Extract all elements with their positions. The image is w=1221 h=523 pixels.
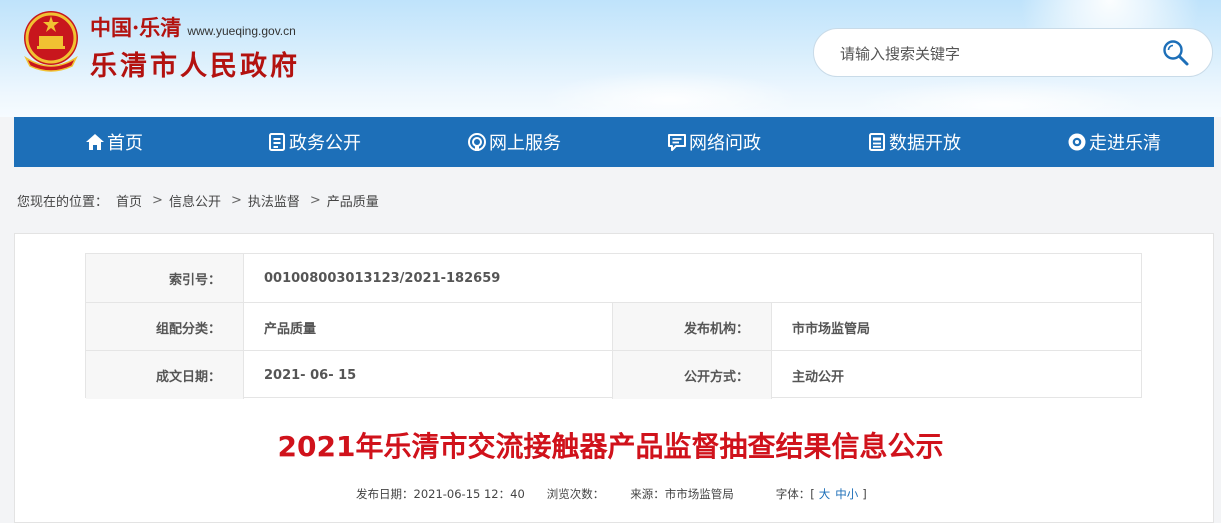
data-icon <box>867 132 887 152</box>
search-box <box>813 28 1213 77</box>
source-label: 来源： <box>630 487 665 501</box>
site-prefix: 中国·乐清 www.yueqing.gov.cn <box>90 12 296 40</box>
nav-item-label: 政务公开 <box>289 133 361 154</box>
index-label: 索引号： <box>86 254 244 302</box>
nav-item-label: 走进乐清 <box>1089 133 1161 154</box>
nav-item-home[interactable]: 首页 <box>14 117 214 167</box>
font-size-label: 字体： <box>775 487 811 501</box>
breadcrumb-separator: > <box>152 193 163 208</box>
breadcrumb-item-law-enforcement[interactable]: 执法监督 <box>248 191 300 210</box>
font-size-small-button[interactable]: 小 <box>847 486 859 502</box>
nav-item-label: 网络问政 <box>689 133 761 154</box>
article-title: 2021年乐清市交流接触器产品监督抽查结果信息公示 <box>277 430 944 463</box>
nav-item-open-data[interactable]: 数据开放 <box>814 117 1014 167</box>
nav-item-about-yueqing[interactable]: 走进乐清 <box>1014 117 1214 167</box>
document-icon <box>267 132 287 152</box>
document-meta-table: 索引号： 001008003013123/2021-182659 组配分类： 产… <box>85 253 1142 399</box>
breadcrumb-item-product-quality[interactable]: 产品质量 <box>327 191 379 210</box>
publish-date-value: 2021-06-15 12：40 <box>413 487 525 501</box>
open-method-value: 主动公开 <box>792 369 845 385</box>
nav-item-government-affairs[interactable]: 政务公开 <box>214 117 414 167</box>
publisher-value: 市市场监管局 <box>792 321 871 337</box>
search-icon[interactable] <box>1162 39 1190 67</box>
open-method-label: 公开方式： <box>613 351 772 399</box>
site-header: 中国·乐清 www.yueqing.gov.cn 乐清市人民政府 <box>0 0 1221 117</box>
nav-item-label: 网上服务 <box>489 133 561 154</box>
site-title[interactable]: 乐清市人民政府 <box>90 44 300 83</box>
font-size-large-button[interactable]: 大 <box>819 486 831 502</box>
font-size-bracket-close: ] <box>862 487 867 501</box>
font-size-medium-button[interactable]: 中 <box>835 486 847 502</box>
header-cloud <box>540 70 800 117</box>
site-url[interactable]: www.yueqing.gov.cn <box>187 24 296 38</box>
breadcrumb-separator: > <box>230 193 242 208</box>
meta-row-date: 成文日期： 2021- 06- 15 公开方式： 主动公开 <box>86 350 1141 399</box>
national-emblem-icon <box>24 11 78 72</box>
search-input[interactable] <box>838 41 1142 67</box>
meta-row-index: 索引号： 001008003013123/2021-182659 <box>86 254 1141 302</box>
nav-item-online-inquiry[interactable]: 网络问政 <box>614 117 814 167</box>
meta-row-category: 组配分类： 产品质量 发布机构： 市市场监管局 <box>86 302 1141 351</box>
category-value: 产品质量 <box>244 303 613 351</box>
nav-item-online-services[interactable]: 网上服务 <box>414 117 614 167</box>
article-info-bar: 发布日期： 2021-06-15 12：40 浏览次数： 来源： 市市场监管局 … <box>356 486 867 502</box>
eye-icon <box>1067 132 1087 152</box>
breadcrumb: 您现在的位置： 首页 > 信息公开 > 执法监督 > 产品质量 <box>17 191 379 210</box>
index-value: 001008003013123/2021-182659 <box>264 270 501 286</box>
view-count-label: 浏览次数： <box>546 487 605 501</box>
breadcrumb-item-home[interactable]: 首页 <box>116 191 142 210</box>
breadcrumb-separator: > <box>309 193 321 208</box>
message-icon <box>667 132 687 152</box>
breadcrumb-prefix: 您现在的位置： <box>17 195 109 210</box>
date-value: 2021- 06- 15 <box>244 351 613 399</box>
nav-item-label: 首页 <box>107 133 143 154</box>
header-cloud <box>850 80 1150 117</box>
site-prefix-text: 中国·乐清 <box>90 15 182 40</box>
font-size-bracket-open: [ <box>810 487 815 501</box>
source-value: 市市场监管局 <box>664 487 734 501</box>
publisher-label: 发布机构： <box>613 303 772 351</box>
category-label: 组配分类： <box>86 303 244 351</box>
main-nav: 首页 政务公开 网上服务 网络问政 数据开放 走进乐清 <box>14 117 1214 167</box>
service-icon <box>467 132 487 152</box>
date-label: 成文日期： <box>86 351 244 399</box>
home-icon <box>85 132 105 152</box>
nav-item-label: 数据开放 <box>889 133 961 154</box>
breadcrumb-item-info-disclosure[interactable]: 信息公开 <box>169 191 221 210</box>
publish-date-label: 发布日期： <box>356 487 414 501</box>
